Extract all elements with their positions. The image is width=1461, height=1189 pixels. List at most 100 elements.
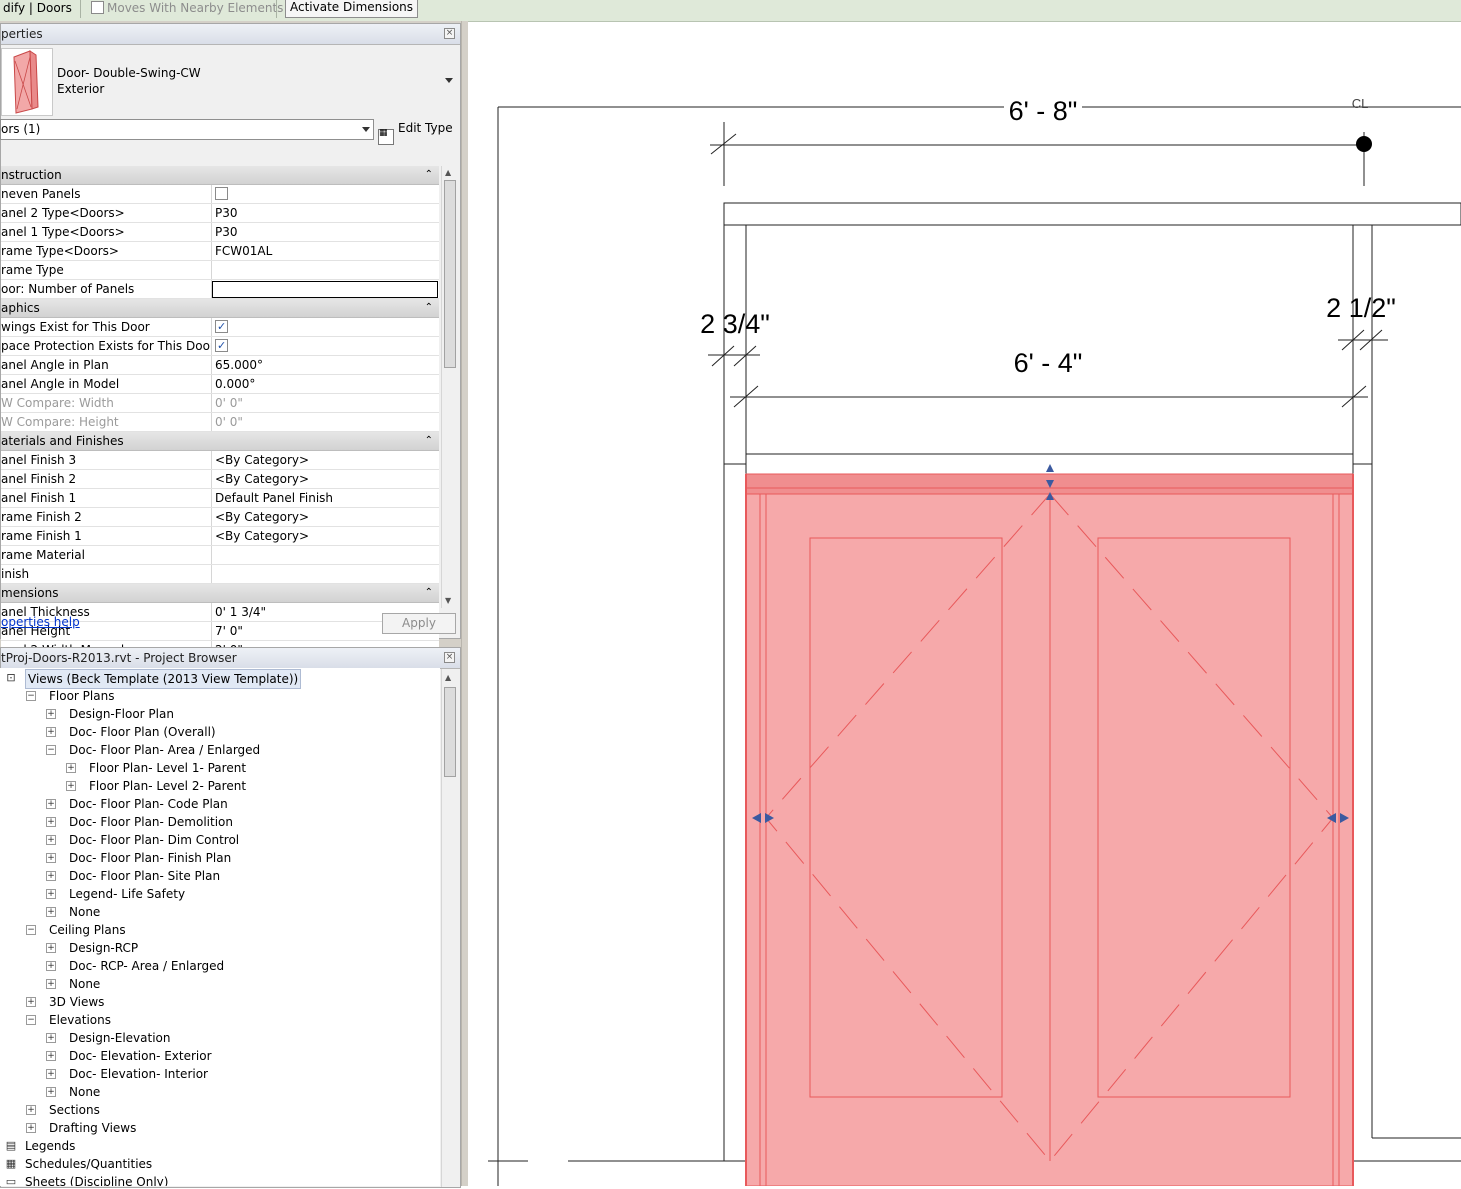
property-value[interactable]: FCW01AL	[215, 242, 437, 260]
expand-toggle-icon[interactable]: +	[26, 1105, 36, 1115]
expand-toggle-icon[interactable]: +	[26, 1123, 36, 1133]
context-tab-label[interactable]: dify | Doors	[3, 1, 72, 15]
property-value[interactable]: <By Category>	[215, 470, 437, 488]
tree-node[interactable]: + Doc- Floor Plan- Finish Plan	[0, 849, 438, 867]
expand-toggle-icon[interactable]: +	[46, 799, 56, 809]
type-selector-dropdown-icon[interactable]	[445, 78, 453, 83]
tree-node[interactable]: + Doc- Floor Plan- Site Plan	[0, 867, 438, 885]
property-checkbox[interactable]	[215, 337, 437, 355]
checkbox-unchecked-icon[interactable]	[215, 187, 228, 200]
expand-toggle-icon[interactable]: +	[26, 997, 36, 1007]
property-value[interactable]: 0' 0"	[215, 394, 437, 412]
collapse-toggle-icon[interactable]: −	[26, 1015, 36, 1025]
property-group-header[interactable]: aterials and Finishes ⌃	[1, 432, 439, 451]
moves-with-nearby-checkbox[interactable]	[91, 1, 104, 14]
properties-help-link[interactable]: operties help	[1, 615, 80, 629]
tree-node[interactable]: + None	[0, 975, 438, 993]
property-checkbox[interactable]	[215, 185, 437, 203]
dimension-overall-text[interactable]: 6' - 8"	[1009, 96, 1078, 126]
tree-node[interactable]: + Doc- Floor Plan- Dim Control	[0, 831, 438, 849]
tree-node[interactable]: + Doc- Floor Plan- Code Plan	[0, 795, 438, 813]
selected-double-door[interactable]	[745, 473, 1354, 1187]
close-icon[interactable]: ×	[444, 28, 455, 39]
scroll-thumb[interactable]	[444, 687, 456, 777]
instance-filter-dropdown[interactable]: ors (1)	[0, 119, 374, 140]
tree-node[interactable]: + Legend- Life Safety	[0, 885, 438, 903]
expand-toggle-icon[interactable]: +	[66, 781, 76, 791]
tree-node[interactable]: + Sections	[0, 1101, 438, 1119]
scroll-down-icon[interactable]: ▼	[445, 596, 451, 606]
property-value[interactable]	[215, 565, 437, 583]
collapse-group-icon[interactable]: ⌃	[425, 587, 433, 599]
tree-node[interactable]: + Floor Plan- Level 2- Parent	[0, 777, 438, 795]
property-value[interactable]: <By Category>	[215, 527, 437, 545]
scroll-up-icon[interactable]: ▲	[445, 168, 451, 178]
property-value[interactable]: 65.000°	[215, 356, 437, 374]
tree-node[interactable]: − Ceiling Plans	[0, 921, 438, 939]
collapse-toggle-icon[interactable]: −	[26, 925, 36, 935]
apply-button[interactable]: Apply	[382, 613, 456, 634]
properties-scrollbar[interactable]: ▲ ▼	[441, 166, 456, 608]
tree-node[interactable]: + Doc- Floor Plan (Overall)	[0, 723, 438, 741]
dimension-left-jamb-text[interactable]: 2 3/4"	[700, 309, 770, 339]
tree-node[interactable]: + Doc- Elevation- Exterior	[0, 1047, 438, 1065]
expand-toggle-icon[interactable]: +	[46, 1033, 56, 1043]
expand-toggle-icon[interactable]: +	[46, 1087, 56, 1097]
property-group-header[interactable]: nstruction ⌃	[1, 166, 439, 185]
dimension-overall[interactable]	[710, 122, 1372, 186]
tree-node[interactable]: + Floor Plan- Level 1- Parent	[0, 759, 438, 777]
expand-toggle-icon[interactable]: +	[46, 1051, 56, 1061]
expand-toggle-icon[interactable]: +	[46, 1069, 56, 1079]
tree-node[interactable]: +3D Views	[0, 993, 438, 1011]
tree-node[interactable]: + None	[0, 903, 438, 921]
tree-node[interactable]: + None	[0, 1083, 438, 1101]
property-value[interactable]: <By Category>	[215, 508, 437, 526]
property-checkbox[interactable]	[215, 318, 437, 336]
collapse-toggle-icon[interactable]: −	[46, 745, 56, 755]
collapse-group-icon[interactable]: ⌃	[425, 302, 433, 314]
dimension-opening[interactable]	[730, 385, 1368, 408]
expand-toggle-icon[interactable]: +	[46, 853, 56, 863]
tree-node[interactable]: ▦ Schedules/Quantities	[0, 1155, 438, 1173]
property-value[interactable]: P30	[215, 204, 437, 222]
dimension-right-jamb-text[interactable]: 2 1/2"	[1326, 293, 1396, 323]
checkbox-checked-icon[interactable]	[215, 318, 228, 336]
property-value[interactable]: P30	[215, 223, 437, 241]
activate-dimensions-button[interactable]: Activate Dimensions	[285, 0, 419, 18]
property-value[interactable]: Default Panel Finish	[215, 489, 437, 507]
expand-toggle-icon[interactable]: +	[46, 727, 56, 737]
tree-node[interactable]: − Doc- Floor Plan- Area / Enlarged	[0, 741, 438, 759]
tree-node[interactable]: − Floor Plans	[0, 687, 438, 705]
expand-toggle-icon[interactable]: +	[46, 943, 56, 953]
tree-node[interactable]: + Design-Elevation	[0, 1029, 438, 1047]
expand-toggle-icon[interactable]: +	[66, 763, 76, 773]
collapse-toggle-icon[interactable]: −	[26, 691, 36, 701]
expand-toggle-icon[interactable]: +	[46, 817, 56, 827]
expand-toggle-icon[interactable]: +	[46, 907, 56, 917]
property-value[interactable]: 0' 0"	[215, 413, 437, 431]
collapse-group-icon[interactable]: ⌃	[425, 169, 433, 181]
tree-node[interactable]: + Doc- Floor Plan- Demolition	[0, 813, 438, 831]
checkbox-checked-icon[interactable]	[215, 337, 228, 355]
dock-splitter[interactable]	[461, 21, 468, 1186]
tree-node[interactable]: ▭ Sheets (Discipline Only)	[0, 1173, 438, 1186]
property-group-header[interactable]: aphics ⌃	[1, 299, 439, 318]
expand-toggle-icon[interactable]: +	[46, 961, 56, 971]
project-browser-title-bar[interactable]: tProj-Doors-R2013.rvt - Project Browser	[1, 648, 460, 669]
scroll-up-icon[interactable]: ▲	[445, 673, 451, 683]
expand-toggle-icon[interactable]: +	[46, 709, 56, 719]
dimension-opening-text[interactable]: 6' - 4"	[1014, 348, 1083, 378]
expand-toggle-icon[interactable]: +	[46, 835, 56, 845]
drawing-canvas[interactable]: 6' - 8" CL 2 3/4" 2 1/2" 6' - 4"	[468, 22, 1461, 1187]
expand-toggle-icon[interactable]: +	[46, 889, 56, 899]
edit-type-button[interactable]: ▦ Edit Type	[378, 119, 453, 145]
moves-with-nearby-option[interactable]: Moves With Nearby Elements	[91, 1, 283, 15]
dimension-right-jamb[interactable]	[1338, 329, 1388, 351]
tree-node[interactable]: − Elevations	[0, 1011, 438, 1029]
expand-toggle-icon[interactable]: +	[46, 979, 56, 989]
property-value[interactable]	[215, 261, 437, 279]
tree-node[interactable]: + Design-RCP	[0, 939, 438, 957]
tree-node[interactable]: + Doc- RCP- Area / Enlarged	[0, 957, 438, 975]
scroll-thumb[interactable]	[444, 180, 456, 368]
tree-node[interactable]: ▤ Legends	[0, 1137, 438, 1155]
